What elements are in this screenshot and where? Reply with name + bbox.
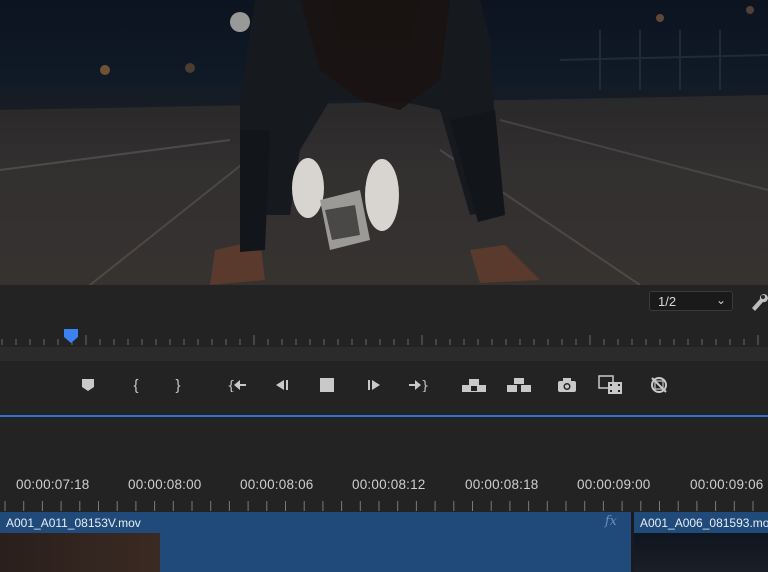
camera-icon: [558, 378, 576, 392]
fx-badge[interactable]: fx: [605, 514, 617, 529]
mark-out-button[interactable]: }: [165, 372, 191, 398]
monitor-time-ruler[interactable]: [0, 325, 768, 347]
go-to-in-icon: {: [227, 379, 246, 392]
chevron-down-icon: ⌄: [715, 293, 726, 307]
clip-name: A001_A011_08153V.mov: [6, 516, 141, 530]
stop-icon: [320, 378, 334, 392]
proxy-toggle-button[interactable]: [646, 372, 672, 398]
timecode-label: 00:00:08:06: [240, 477, 314, 492]
wrench-icon[interactable]: [748, 290, 768, 312]
step-forward-button[interactable]: [361, 372, 387, 398]
timecode-label: 00:00:08:18: [465, 477, 539, 492]
add-marker-button[interactable]: [75, 372, 101, 398]
stop-button[interactable]: [314, 372, 340, 398]
clip-thumbnail: [0, 533, 160, 572]
timecode-label: 00:00:07:18: [16, 477, 90, 492]
timeline-ruler[interactable]: 00:00:07:18 00:00:08:00 00:00:08:06 00:0…: [0, 417, 768, 512]
timecode-label: 00:00:08:00: [128, 477, 202, 492]
clip[interactable]: A001_A006_081593.mov: [634, 512, 768, 572]
go-to-out-icon: }: [409, 379, 428, 392]
step-back-icon: [276, 380, 288, 390]
extract-button[interactable]: [506, 372, 532, 398]
step-forward-icon: [368, 380, 380, 390]
go-to-in-button[interactable]: {: [224, 372, 250, 398]
resolution-value: 1/2: [658, 294, 677, 309]
video-frame-image: [0, 0, 768, 285]
go-to-out-button[interactable]: }: [405, 372, 431, 398]
clip-name: A001_A006_081593.mov: [640, 516, 768, 530]
transport-controls: { } { }: [0, 362, 768, 408]
marker-icon: [82, 379, 94, 391]
svg-text:{: {: [227, 379, 235, 392]
mark-in-button[interactable]: {: [123, 372, 149, 398]
proxy-icon: [651, 377, 667, 393]
monitor-zoom-scrollbar[interactable]: [0, 347, 768, 361]
resolution-dropdown[interactable]: 1/2 ⌄: [649, 291, 733, 311]
lift-button[interactable]: [461, 372, 487, 398]
export-frame-button[interactable]: [554, 372, 580, 398]
comparison-icon: [598, 375, 622, 394]
lift-icon: [462, 379, 486, 392]
program-monitor-video-frame: [0, 0, 768, 285]
mark-in-icon: {: [133, 376, 139, 394]
timecode-label: 00:00:08:12: [352, 477, 426, 492]
clip[interactable]: A001_A011_08153V.mov fx: [0, 512, 631, 572]
step-back-button[interactable]: [269, 372, 295, 398]
comparison-view-button[interactable]: [598, 372, 624, 398]
video-track: A001_A011_08153V.mov fx A001_A006_081593…: [0, 512, 768, 572]
mark-out-icon: }: [175, 376, 181, 394]
timeline-ticks: [4, 501, 754, 511]
svg-text:}: }: [421, 379, 428, 392]
timecode-label: 00:00:09:00: [577, 477, 651, 492]
playhead-marker[interactable]: [64, 329, 78, 343]
extract-icon: [507, 378, 531, 392]
clip-thumbnail: [634, 533, 768, 572]
timecode-label: 00:00:09:06: [690, 477, 764, 492]
